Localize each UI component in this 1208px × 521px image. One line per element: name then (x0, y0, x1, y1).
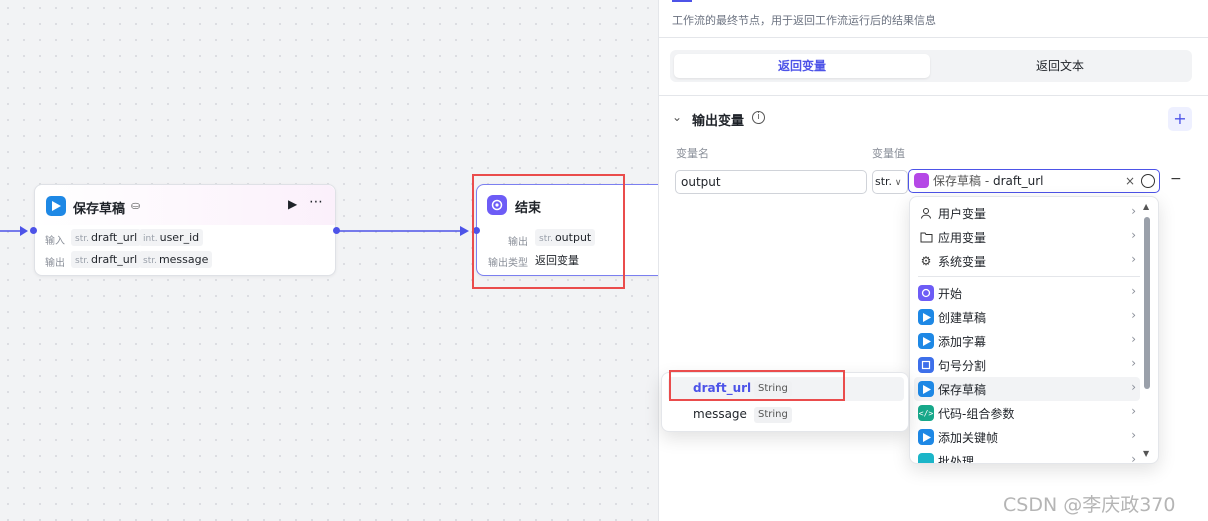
variable-picker-icon[interactable] (1141, 174, 1155, 188)
plugin-icon (918, 333, 934, 349)
chevron-right-icon: › (1131, 284, 1136, 298)
divider (659, 95, 1208, 96)
folder-icon (918, 229, 934, 245)
collapse-chevron-icon[interactable]: ⌄ (672, 110, 682, 124)
variable-picker-dropdown: 用户变量 › 应用变量 › ⚙ 系统变量 › 开始 › 创建草稿 › 添加字幕 … (909, 196, 1159, 464)
chevron-right-icon: › (1131, 380, 1136, 394)
variable-type-select[interactable]: str. ∨ (872, 170, 908, 194)
split-icon (918, 357, 934, 373)
chevron-right-icon: › (1131, 356, 1136, 370)
output-label: 输出 (45, 258, 65, 269)
plugin-icon (918, 309, 934, 325)
scroll-down-arrow[interactable]: ▼ (1143, 449, 1149, 458)
dropdown-item-batch[interactable]: 批处理 › (914, 449, 1140, 464)
input-tag: str. draft_url (71, 229, 142, 246)
highlight-box (472, 174, 625, 289)
chevron-right-icon: › (1131, 204, 1136, 218)
scroll-up-arrow[interactable]: ▲ (1143, 202, 1149, 211)
batch-icon (918, 453, 934, 463)
reference-text: 保存草稿 - draft_url (933, 174, 1044, 188)
output-port[interactable] (333, 227, 340, 234)
type-badge: String (754, 407, 792, 423)
remove-variable-button[interactable]: − (1170, 171, 1182, 187)
section-title: 输出变量 (692, 114, 745, 129)
dropdown-item-user-variables[interactable]: 用户变量 › (914, 201, 1140, 225)
dropdown-item-add-subtitles[interactable]: 添加字幕 › (914, 329, 1140, 353)
chevron-right-icon: › (1131, 308, 1136, 322)
chevron-right-icon: › (1131, 332, 1136, 346)
variable-reference-select[interactable]: 保存草稿 - draft_url × (908, 169, 1160, 193)
input-tag: int. user_id (139, 229, 204, 246)
variable-name-input[interactable]: output (675, 170, 867, 194)
plugin-icon (918, 429, 934, 445)
output-tag: str. draft_url (71, 251, 142, 268)
code-icon: </> (918, 405, 934, 421)
column-value-label: 变量值 (872, 147, 905, 160)
chevron-right-icon: › (1131, 404, 1136, 418)
info-icon[interactable]: i (752, 111, 765, 124)
watermark: CSDN @李庆政370 (1003, 494, 1176, 516)
panel-header-accent (672, 0, 692, 2)
chevron-right-icon: › (1131, 452, 1136, 464)
user-icon (918, 205, 934, 221)
dropdown-divider (918, 276, 1140, 277)
output-tag: str. message (139, 251, 213, 268)
save-draft-node[interactable]: 保存草稿 ⛀ ▶ ⋯ 输入 str. draft_url int. user_id … (34, 184, 336, 276)
divider (659, 37, 1208, 38)
run-button[interactable]: ▶ (288, 197, 297, 211)
add-variable-button[interactable]: + (1168, 107, 1192, 131)
more-options-button[interactable]: ⋯ (309, 194, 324, 210)
dropdown-item-system-variables[interactable]: ⚙ 系统变量 › (914, 249, 1140, 273)
submenu-item-message[interactable]: message String (668, 403, 904, 427)
input-port[interactable] (30, 227, 37, 234)
plugin-icon (46, 196, 66, 216)
highlight-box (669, 370, 845, 401)
scrollbar-thumb[interactable] (1144, 217, 1150, 389)
node-title: 保存草稿 (73, 202, 126, 217)
link-icon: ⛀ (131, 199, 141, 212)
plugin-icon (914, 173, 929, 188)
chevron-right-icon: › (1131, 228, 1136, 242)
return-mode-toggle: 返回变量 返回文本 (670, 50, 1192, 82)
chevron-down-icon: ∨ (892, 178, 902, 188)
dropdown-item-create-draft[interactable]: 创建草稿 › (914, 305, 1140, 329)
plugin-icon (918, 381, 934, 397)
dropdown-item-code-combine[interactable]: </> 代码-组合参数 › (914, 401, 1140, 425)
column-name-label: 变量名 (676, 147, 709, 160)
dropdown-item-app-variables[interactable]: 应用变量 › (914, 225, 1140, 249)
dropdown-item-sentence-split[interactable]: 句号分割 › (914, 353, 1140, 377)
tab-return-variable[interactable]: 返回变量 (674, 54, 930, 78)
gear-icon: ⚙ (920, 254, 932, 268)
start-node-icon (918, 285, 934, 301)
tab-return-text[interactable]: 返回文本 (932, 54, 1188, 78)
chevron-right-icon: › (1131, 428, 1136, 442)
dropdown-item-save-draft[interactable]: 保存草稿 › (914, 377, 1140, 401)
chevron-right-icon: › (1131, 252, 1136, 266)
panel-description: 工作流的最终节点，用于返回工作流运行后的结果信息 (672, 14, 936, 27)
input-label: 输入 (45, 236, 65, 247)
clear-icon[interactable]: × (1125, 170, 1135, 192)
dropdown-item-add-keyframe[interactable]: 添加关键帧 › (914, 425, 1140, 449)
dropdown-item-start[interactable]: 开始 › (914, 281, 1140, 305)
